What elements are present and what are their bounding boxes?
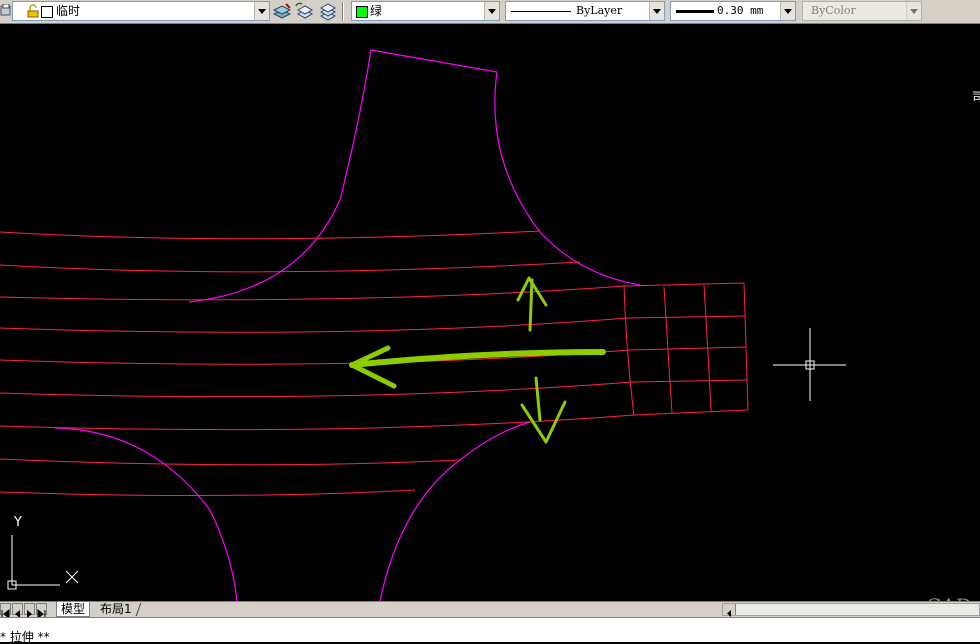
ucs-icon (7, 535, 79, 590)
chevron-down-icon[interactable] (484, 2, 499, 20)
scroll-left-icon[interactable] (723, 604, 736, 617)
make-current-layer-icon[interactable] (272, 2, 292, 21)
chevron-down-icon[interactable] (649, 2, 664, 20)
color-swatch (356, 6, 368, 18)
first-tab-icon[interactable] (0, 603, 11, 620)
chevron-down-icon[interactable] (780, 2, 795, 20)
tab-model[interactable]: 模型 (56, 602, 91, 617)
command-text: * 拉伸 ** (0, 630, 50, 644)
drawing-canvas[interactable]: Y 司 CAD (0, 25, 980, 618)
edge-glyph: 司 (972, 90, 980, 104)
chevron-down-icon (906, 2, 921, 20)
color-dropdown[interactable]: 绿 (351, 1, 500, 21)
linetype-name: ByLayer (576, 4, 623, 17)
stretch-direction-annotation (349, 276, 606, 444)
color-name: 绿 (370, 4, 383, 18)
plotstyle-dropdown: ByColor (802, 1, 922, 21)
command-line[interactable]: * 拉伸 ** (0, 617, 980, 644)
lineweight-sample (676, 10, 714, 13)
plotstyle-name: ByColor (811, 4, 856, 17)
linetype-sample (511, 11, 571, 12)
crosshair-cursor (773, 328, 846, 401)
tab-divider (135, 603, 142, 616)
prev-tab-icon[interactable] (12, 603, 23, 618)
pipe-outline (54, 49, 641, 601)
last-tab-icon[interactable] (36, 603, 47, 620)
tab-layout1[interactable]: 布局1 (96, 602, 136, 617)
toolbar-separator (342, 2, 344, 21)
next-tab-icon[interactable] (24, 603, 35, 618)
layer-dropdown[interactable]: 临时 (12, 1, 270, 21)
properties-toolbar: 临时 绿 ByLayer 0.30 mm ByColor (0, 0, 980, 24)
layer-isolate-icon[interactable] (317, 2, 337, 21)
layer-state-icon[interactable] (0, 3, 12, 17)
lock-icon (27, 4, 39, 20)
layer-previous-icon[interactable] (294, 2, 314, 21)
horizontal-scrollbar[interactable] (722, 603, 980, 617)
layer-color-box (41, 6, 53, 18)
lineweight-dropdown[interactable]: 0.30 mm (670, 1, 796, 21)
layer-name: 临时 (56, 4, 81, 18)
chevron-down-icon[interactable] (254, 2, 269, 20)
ucs-y-label: Y (14, 515, 22, 530)
linetype-dropdown[interactable]: ByLayer (505, 1, 665, 21)
lineweight-value: 0.30 mm (717, 4, 764, 17)
layout-tab-bar: 模型 布局1 (0, 601, 980, 620)
